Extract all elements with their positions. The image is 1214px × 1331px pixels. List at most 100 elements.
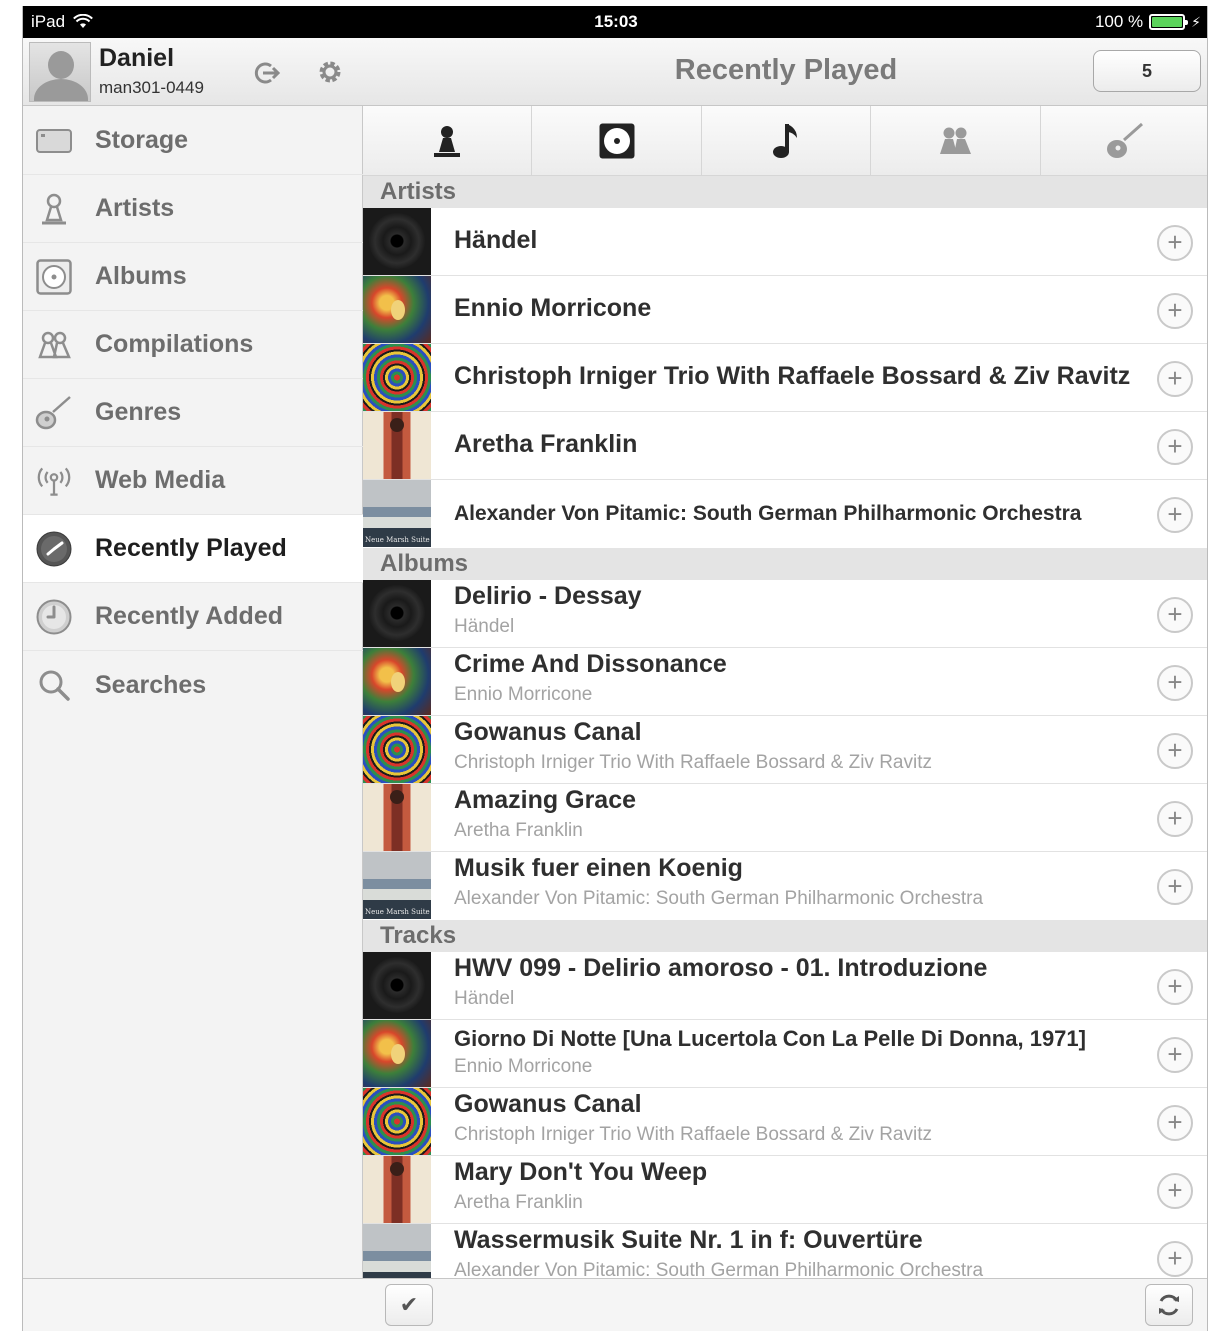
- section-header-artists: Artists: [363, 176, 1207, 208]
- list-item[interactable]: Crime And Dissonance Ennio Morricone +: [363, 648, 1207, 716]
- music-note-icon: [773, 123, 798, 158]
- list-item[interactable]: Aretha Franklin +: [363, 412, 1207, 480]
- filter-tabs: [363, 106, 1207, 176]
- clock: 15:03: [594, 12, 638, 31]
- row-title: Ennio Morricone: [454, 294, 652, 322]
- album-art: [363, 1020, 431, 1087]
- sidebar-item-compilations[interactable]: Compilations: [23, 311, 363, 379]
- refresh-button[interactable]: [1145, 1284, 1193, 1326]
- select-button[interactable]: ✔: [385, 1284, 433, 1326]
- add-button[interactable]: +: [1157, 293, 1193, 329]
- row-title: Giorno Di Notte [Una Lucertola Con La Pe…: [454, 1026, 1086, 1051]
- list-item[interactable]: Alexander Von Pitamic: South German Phil…: [363, 480, 1207, 548]
- add-button[interactable]: +: [1157, 665, 1193, 701]
- list-item[interactable]: Ennio Morricone +: [363, 276, 1207, 344]
- row-title: Wassermusik Suite Nr. 1 in f: Ouvertüre: [454, 1226, 923, 1254]
- add-button[interactable]: +: [1157, 1241, 1193, 1277]
- add-button[interactable]: +: [1157, 361, 1193, 397]
- row-title: Amazing Grace: [454, 786, 637, 814]
- album-art: [363, 648, 431, 715]
- ipad-screen: iPad 15:03 100 % ⚡ Daniel man301-0449 St…: [22, 6, 1208, 1331]
- sidebar-item-label: Recently Played: [95, 534, 287, 562]
- album-art: [363, 852, 431, 919]
- sidebar-toolbar: [23, 1278, 363, 1331]
- add-button[interactable]: +: [1157, 1037, 1193, 1073]
- tab-compilations[interactable]: [871, 106, 1041, 175]
- row-title: HWV 099 - Delirio amoroso - 01. Introduz…: [454, 954, 988, 982]
- add-button[interactable]: +: [1157, 225, 1193, 261]
- sidebar-item-storage[interactable]: Storage: [23, 107, 363, 175]
- row-subtitle: Ennio Morricone: [454, 684, 593, 705]
- sidebar-item-web-media[interactable]: Web Media: [23, 447, 363, 515]
- avatar[interactable]: [29, 42, 91, 102]
- sidebar-item-label: Genres: [95, 398, 182, 426]
- row-subtitle: Alexander Von Pitamic: South German Phil…: [454, 888, 984, 909]
- list-item[interactable]: Gowanus Canal Christoph Irniger Trio Wit…: [363, 716, 1207, 784]
- album-art: [363, 480, 431, 547]
- row-title: Händel: [454, 226, 538, 254]
- battery-icon: [1149, 14, 1189, 30]
- row-subtitle: Aretha Franklin: [454, 1192, 583, 1213]
- sidebar-item-artists[interactable]: Artists: [23, 175, 363, 243]
- row-title: Gowanus Canal: [454, 1090, 642, 1118]
- list-item[interactable]: Giorno Di Notte [Una Lucertola Con La Pe…: [363, 1020, 1207, 1088]
- gear-icon[interactable]: [315, 58, 345, 88]
- page-title: Recently Played: [674, 54, 898, 86]
- tab-tracks[interactable]: [702, 106, 872, 175]
- main-toolbar: ✔: [363, 1278, 1207, 1331]
- add-button[interactable]: +: [1157, 429, 1193, 465]
- user-name: Daniel: [99, 44, 175, 72]
- sidebar-item-albums[interactable]: Albums: [23, 243, 363, 311]
- section-header-albums: Albums: [363, 548, 1207, 580]
- list-item[interactable]: Mary Don't You Weep Aretha Franklin +: [363, 1156, 1207, 1224]
- tab-genres[interactable]: [1041, 106, 1207, 175]
- list-item[interactable]: Delirio - Dessay Händel +: [363, 580, 1207, 648]
- row-subtitle: Alexander Von Pitamic: South German Phil…: [454, 1260, 984, 1278]
- sidebar-item-label: Compilations: [95, 330, 254, 358]
- row-title: Crime And Dissonance: [454, 650, 727, 678]
- count-button[interactable]: 5: [1093, 50, 1201, 92]
- list-item[interactable]: Gowanus Canal Christoph Irniger Trio Wit…: [363, 1088, 1207, 1156]
- tab-artists[interactable]: [363, 106, 533, 175]
- list-item[interactable]: Amazing Grace Aretha Franklin +: [363, 784, 1207, 852]
- sidebar-item-recently-added[interactable]: Recently Added: [23, 583, 363, 651]
- add-button[interactable]: +: [1157, 497, 1193, 533]
- artist-icon: [434, 125, 461, 157]
- main-panel: Recently Played 5 Artists Händel + Ennio…: [363, 38, 1207, 1331]
- add-button[interactable]: +: [1157, 801, 1193, 837]
- search-icon: [35, 667, 73, 703]
- add-button[interactable]: +: [1157, 597, 1193, 633]
- row-subtitle: Christoph Irniger Trio With Raffaele Bos…: [454, 752, 932, 773]
- battery-percent: 100 %: [1094, 12, 1144, 31]
- album-art: [363, 580, 431, 647]
- logout-icon[interactable]: [251, 58, 281, 88]
- sidebar-item-searches[interactable]: Searches: [23, 651, 363, 719]
- add-button[interactable]: +: [1157, 969, 1193, 1005]
- add-button[interactable]: +: [1157, 869, 1193, 905]
- list-item[interactable]: Händel +: [363, 208, 1207, 276]
- row-subtitle: Ennio Morricone: [454, 1056, 593, 1077]
- row-subtitle: Christoph Irniger Trio With Raffaele Bos…: [454, 1124, 932, 1145]
- list-item[interactable]: Wassermusik Suite Nr. 1 in f: Ouvertüre …: [363, 1224, 1207, 1278]
- row-title: Christoph Irniger Trio With Raffaele Bos…: [454, 362, 1131, 390]
- row-title: Musik fuer einen Koenig: [454, 854, 743, 882]
- sidebar-item-label: Web Media: [95, 466, 226, 494]
- clock-icon: [35, 599, 73, 635]
- guitar-icon: [35, 395, 73, 431]
- sidebar-item-recently-played[interactable]: Recently Played: [23, 515, 363, 583]
- add-button[interactable]: +: [1157, 1173, 1193, 1209]
- row-subtitle: Aretha Franklin: [454, 820, 583, 841]
- add-button[interactable]: +: [1157, 733, 1193, 769]
- list-item[interactable]: HWV 099 - Delirio amoroso - 01. Introduz…: [363, 952, 1207, 1020]
- add-button[interactable]: +: [1157, 1105, 1193, 1141]
- album-art: [363, 716, 431, 783]
- sidebar-item-genres[interactable]: Genres: [23, 379, 363, 447]
- list-item[interactable]: Christoph Irniger Trio With Raffaele Bos…: [363, 344, 1207, 412]
- clock-icon: [35, 531, 73, 567]
- sidebar-item-label: Artists: [95, 194, 175, 222]
- tab-albums[interactable]: [532, 106, 702, 175]
- list-item[interactable]: Musik fuer einen Koenig Alexander Von Pi…: [363, 852, 1207, 920]
- section-header-tracks: Tracks: [363, 920, 1207, 952]
- status-bar: iPad 15:03 100 % ⚡: [23, 6, 1207, 38]
- sidebar-item-label: Searches: [95, 670, 207, 699]
